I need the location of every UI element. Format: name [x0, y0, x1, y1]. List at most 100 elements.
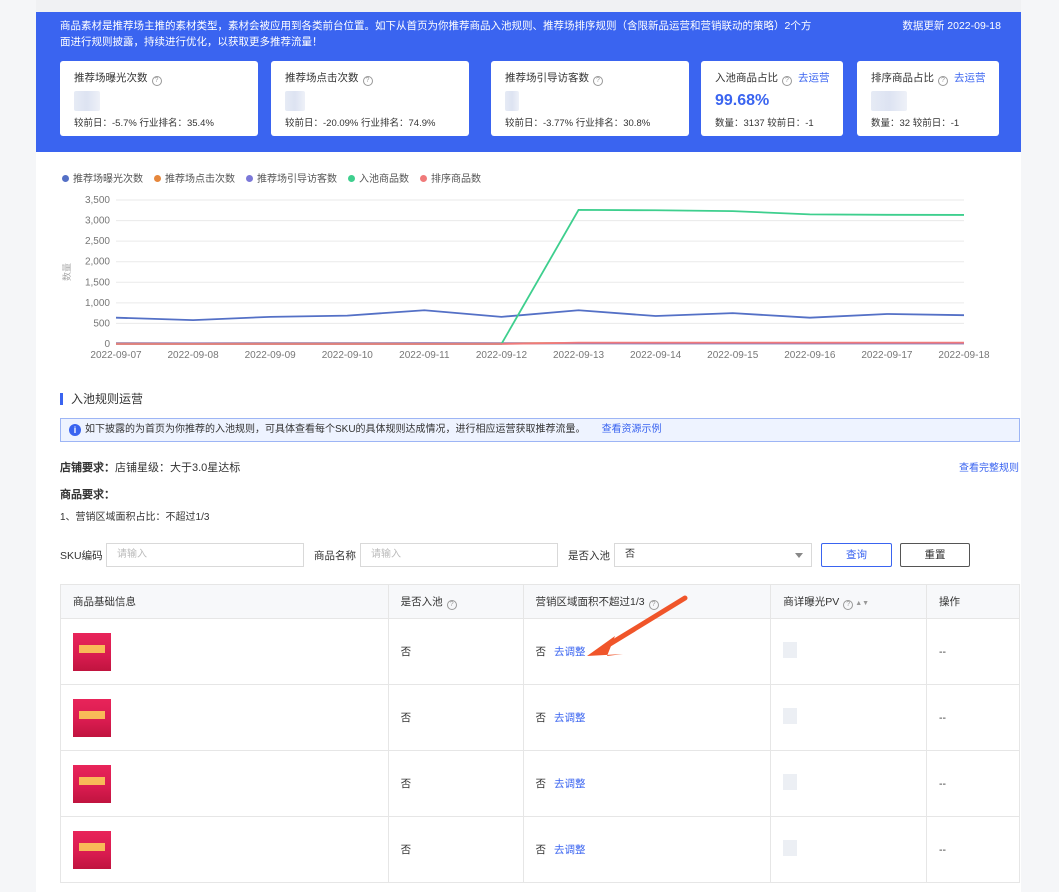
table-row: 否 否去调整 -- [60, 618, 1020, 685]
legend-item[interactable]: 排序商品数 [420, 174, 481, 185]
help-icon[interactable]: ? [362, 76, 373, 86]
name-label: 商品名称 [314, 550, 356, 562]
product-thumbnail[interactable] [73, 632, 111, 671]
x-tick-label: 2022-09-13 [553, 350, 605, 361]
legend-label: 推荐场引导访客数 [257, 174, 337, 185]
section-title: 入池规则运营 [60, 393, 143, 405]
operation-cell: -- [926, 750, 1020, 817]
left-gutter [0, 0, 36, 892]
y-tick-label: 500 [93, 318, 110, 329]
card-exposure: 推荐场曝光次数? 较前日：-5.7% 行业排名：35.4% [60, 61, 258, 136]
legend-item[interactable]: 入池商品数 [348, 174, 409, 185]
product-thumbnail[interactable] [73, 830, 111, 869]
marketing-cell: 否 [535, 844, 547, 856]
card-sub: 较前日：-20.09% 行业排名：74.9% [285, 118, 436, 129]
help-icon[interactable]: ? [593, 76, 603, 86]
card-sub: 数量：32 较前日：-1 [871, 118, 960, 129]
legend-dot-icon [420, 175, 427, 182]
pool-select-value: 否 [625, 549, 635, 560]
adjust-link[interactable]: 去调整 [554, 712, 586, 724]
marketing-cell: 否 [535, 712, 547, 724]
blurred-pv [783, 840, 798, 856]
in-pool-cell: 否 [387, 684, 524, 751]
product-thumbnail[interactable] [73, 764, 111, 803]
marketing-cell: 否 [535, 778, 547, 790]
in-pool-cell: 否 [387, 618, 524, 685]
legend-label: 排序商品数 [431, 174, 481, 185]
info-notice: i 如下披露的为首页为你推荐的入池规则，可具体查看每个SKU的具体规则达成情况，… [60, 418, 1020, 442]
help-icon[interactable]: ? [938, 76, 948, 86]
sort-icon[interactable]: ▲▼ [855, 600, 869, 607]
go-operate-link[interactable]: 去运营 [798, 72, 830, 84]
sku-label: SKU编码 [60, 550, 103, 562]
x-tick-label: 2022-09-18 [938, 350, 990, 361]
adjust-link[interactable]: 去调整 [554, 778, 586, 790]
blurred-pv [783, 774, 798, 790]
card-sub: 较前日：-5.7% 行业排名：35.4% [74, 118, 214, 129]
legend-dot-icon [62, 175, 69, 182]
x-tick-label: 2022-09-11 [399, 350, 450, 361]
pool-select[interactable]: 否 [614, 543, 812, 567]
adjust-link[interactable]: 去调整 [554, 844, 586, 856]
col-detail-pv[interactable]: 商详曝光PV? ▲▼ [770, 584, 928, 619]
x-tick-label: 2022-09-10 [322, 350, 374, 361]
y-axis-label: 数量 [61, 263, 72, 281]
legend-item[interactable]: 推荐场点击次数 [154, 174, 235, 185]
card-visitors: 推荐场引导访客数? 较前日：-3.77% 行业排名：30.8% [491, 61, 689, 136]
card-title: 排序商品占比 [871, 72, 934, 84]
view-example-link[interactable]: 查看资源示例 [602, 424, 662, 435]
help-icon[interactable]: ? [843, 599, 854, 610]
name-input[interactable]: 请输入 [360, 543, 558, 567]
view-full-rules-link[interactable]: 查看完整规则 [959, 459, 1019, 474]
x-tick-label: 2022-09-07 [90, 350, 142, 361]
adjust-link[interactable]: 去调整 [554, 646, 586, 658]
col-operation: 操作 [926, 584, 1020, 619]
legend-item[interactable]: 推荐场曝光次数 [62, 174, 143, 185]
x-tick-label: 2022-09-09 [245, 350, 297, 361]
pool-label: 是否入池 [568, 550, 610, 562]
marketing-cell: 否 [535, 646, 547, 658]
y-tick-label: 1,500 [85, 277, 110, 288]
operation-cell: -- [926, 684, 1020, 751]
legend-label: 推荐场曝光次数 [73, 174, 143, 185]
card-title: 推荐场点击次数 [285, 72, 359, 84]
legend-dot-icon [348, 175, 355, 182]
series-line-0 [115, 309, 965, 322]
right-gutter [1021, 0, 1059, 892]
overview-banner: 商品素材是推荐场主推的素材类型，素材会被应用到各类前台位置。如下从首页为你推荐商… [36, 12, 1021, 152]
x-tick-label: 2022-09-16 [784, 350, 836, 361]
legend-label: 推荐场点击次数 [165, 174, 235, 185]
sku-input[interactable]: 请输入 [106, 543, 304, 567]
info-icon: i [69, 424, 81, 436]
legend-label: 入池商品数 [359, 174, 409, 185]
card-title: 推荐场曝光次数 [74, 72, 148, 84]
x-tick-label: 2022-09-14 [630, 350, 682, 361]
in-pool-cell: 否 [387, 816, 524, 883]
query-button[interactable]: 查询 [821, 543, 892, 567]
trend-chart: 0 500 1,000 1,500 2,000 2,500 3,000 3,500 数量 2022… [61, 195, 990, 361]
blurred-value [285, 91, 305, 111]
x-tick-label: 2022-09-08 [168, 350, 220, 361]
help-icon[interactable]: ? [151, 76, 162, 86]
operation-cell: -- [926, 618, 1020, 685]
card-sub: 较前日：-3.77% 行业排名：30.8% [505, 118, 651, 129]
y-tick-label: 3,000 [85, 216, 110, 227]
item-req-label: 商品要求： [60, 489, 115, 501]
x-tick-label: 2022-09-15 [707, 350, 759, 361]
go-operate-link[interactable]: 去运营 [954, 72, 986, 84]
store-requirement: 店铺要求：店铺星级：大于3.0星达标 [60, 459, 240, 475]
blurred-value [505, 91, 519, 111]
data-update-time: 数据更新 2022-09-18 [902, 20, 1001, 32]
x-tick-label: 2022-09-12 [476, 350, 528, 361]
blurred-pv [783, 642, 798, 658]
help-icon[interactable]: ? [782, 76, 792, 86]
chart-legend: 推荐场曝光次数 推荐场点击次数 推荐场引导访客数 入池商品数 排序商品数 [62, 170, 492, 185]
reset-button[interactable]: 重置 [900, 543, 970, 567]
sku-table: 商品基础信息 是否入池? 营销区域面积不超过1/3? 商详曝光PV? ▲▼ 操作 … [60, 584, 1020, 883]
operation-cell: -- [926, 816, 1020, 883]
table-header: 商品基础信息 是否入池? 营销区域面积不超过1/3? 商详曝光PV? ▲▼ 操作 [60, 584, 1020, 619]
card-rank-ratio: 排序商品占比? 去运营 数量：32 较前日：-1 [857, 61, 999, 136]
help-icon[interactable]: ? [446, 599, 457, 610]
product-thumbnail[interactable] [73, 698, 111, 737]
legend-item[interactable]: 推荐场引导访客数 [246, 174, 337, 185]
